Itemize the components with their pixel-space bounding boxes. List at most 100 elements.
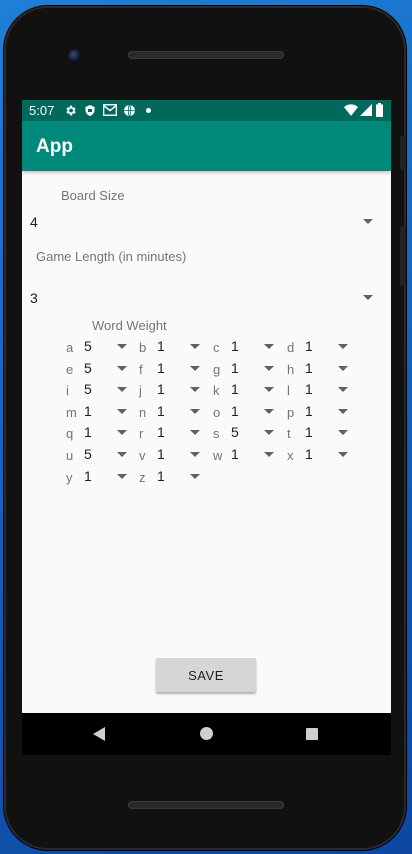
chevron-down-icon — [117, 473, 127, 479]
weight-value: 1 — [305, 446, 313, 462]
board-size-spinner[interactable]: 4 — [22, 206, 391, 236]
power-button — [400, 136, 406, 170]
earpiece-speaker — [128, 51, 284, 59]
weight-spinner-z[interactable]: z1 — [139, 467, 203, 487]
home-icon[interactable] — [200, 727, 213, 740]
game-length-value: 3 — [30, 290, 38, 306]
weight-letter-label: m — [66, 404, 77, 420]
chevron-down-icon — [117, 430, 127, 436]
wifi-icon — [344, 104, 358, 116]
weight-spinner-c[interactable]: c1 — [213, 337, 277, 357]
weight-value: 5 — [84, 381, 92, 398]
chevron-down-icon — [190, 408, 200, 414]
status-time: 5:07 — [29, 103, 55, 118]
game-length-label: Game Length (in minutes) — [36, 249, 187, 264]
weight-letter-label: t — [287, 426, 291, 442]
globe-icon — [124, 104, 135, 117]
weight-value: 1 — [305, 381, 313, 398]
weight-value: 1 — [157, 359, 165, 376]
weight-letter-label: z — [139, 469, 146, 485]
weight-letter-label: g — [213, 361, 221, 377]
weight-spinner-m[interactable]: m1 — [66, 402, 130, 422]
weight-spinner-d[interactable]: d1 — [287, 337, 351, 357]
bottom-speaker — [128, 801, 284, 809]
chevron-down-icon — [264, 408, 274, 414]
chevron-down-icon — [190, 344, 200, 349]
chevron-down-icon — [190, 430, 200, 436]
weight-letter-label: o — [213, 404, 221, 420]
weight-spinner-r[interactable]: r1 — [139, 423, 203, 443]
weight-spinner-y[interactable]: y1 — [66, 467, 130, 487]
weight-spinner-l[interactable]: l1 — [287, 380, 351, 400]
navigation-bar — [22, 713, 391, 755]
weight-letter-label: w — [213, 448, 223, 463]
chevron-down-icon — [338, 408, 348, 414]
game-length-spinner[interactable]: 3 — [22, 282, 391, 312]
weight-letter-label: i — [66, 383, 69, 399]
weight-value: 1 — [84, 424, 92, 441]
weight-spinner-n[interactable]: n1 — [139, 402, 203, 422]
weight-spinner-i[interactable]: i5 — [66, 380, 130, 400]
chevron-down-icon — [190, 365, 200, 371]
save-button[interactable]: SAVE — [156, 658, 256, 692]
weight-spinner-k[interactable]: k1 — [213, 380, 277, 400]
chevron-down-icon — [264, 344, 274, 349]
weight-value: 1 — [157, 467, 165, 484]
signal-icon — [360, 104, 372, 116]
weight-value: 1 — [157, 381, 165, 398]
weight-spinner-g[interactable]: g1 — [213, 359, 277, 379]
weight-value: 1 — [231, 338, 239, 354]
chevron-down-icon — [363, 219, 373, 224]
chevron-down-icon — [338, 452, 348, 457]
weight-spinner-h[interactable]: h1 — [287, 359, 351, 379]
chevron-down-icon — [264, 430, 274, 436]
weight-spinner-s[interactable]: s5 — [213, 423, 277, 443]
weight-letter-label: b — [139, 340, 147, 355]
weight-spinner-j[interactable]: j1 — [139, 380, 203, 400]
weight-spinner-q[interactable]: q1 — [66, 423, 130, 443]
chevron-down-icon — [190, 473, 200, 479]
weight-letter-label: x — [287, 448, 294, 463]
weight-spinner-o[interactable]: o1 — [213, 402, 277, 422]
weight-spinner-x[interactable]: x1 — [287, 445, 351, 465]
weight-spinner-w[interactable]: w1 — [213, 445, 277, 465]
weight-value: 1 — [231, 446, 239, 462]
weight-spinner-v[interactable]: v1 — [139, 445, 203, 465]
weight-letter-label: q — [66, 426, 74, 442]
gmail-icon — [103, 104, 117, 116]
chevron-down-icon — [190, 387, 200, 393]
dot-icon — [146, 108, 151, 113]
weight-letter-label: f — [139, 361, 143, 377]
weight-spinner-f[interactable]: f1 — [139, 359, 203, 379]
weight-spinner-t[interactable]: t1 — [287, 423, 351, 443]
settings-icon — [66, 105, 76, 116]
volume-button — [400, 226, 406, 286]
weight-value: 1 — [84, 467, 92, 484]
status-bar: 5:07 — [22, 100, 391, 121]
weight-letter-label: y — [66, 469, 73, 485]
weight-value: 1 — [231, 402, 239, 419]
weight-spinner-a[interactable]: a5 — [66, 337, 130, 357]
weight-spinner-u[interactable]: u5 — [66, 445, 130, 465]
weight-value: 1 — [305, 402, 313, 419]
shield-icon — [85, 105, 95, 116]
weight-value: 1 — [84, 402, 92, 419]
weight-letter-label: r — [139, 426, 144, 442]
weight-value: 1 — [305, 424, 313, 441]
back-icon[interactable] — [93, 727, 105, 741]
chevron-down-icon — [264, 452, 274, 457]
chevron-down-icon — [338, 387, 348, 393]
chevron-down-icon — [363, 295, 373, 300]
chevron-down-icon — [338, 365, 348, 371]
weight-spinner-e[interactable]: e5 — [66, 359, 130, 379]
chevron-down-icon — [264, 387, 274, 393]
weight-spinner-p[interactable]: p1 — [287, 402, 351, 422]
weight-value: 1 — [231, 381, 239, 398]
chevron-down-icon — [117, 387, 127, 393]
weight-spinner-b[interactable]: b1 — [139, 337, 203, 357]
board-size-value: 4 — [30, 214, 38, 230]
recents-icon[interactable] — [306, 728, 318, 740]
weight-letter-label: j — [139, 383, 142, 399]
word-weight-label: Word Weight — [92, 318, 167, 333]
weight-letter-label: p — [287, 404, 295, 420]
